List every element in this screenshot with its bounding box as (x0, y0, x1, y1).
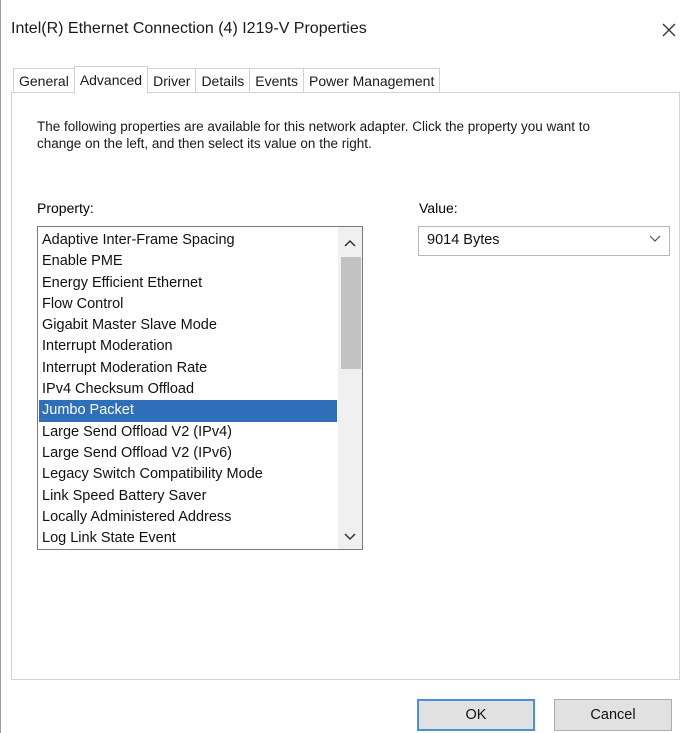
tab-power-management[interactable]: Power Management (303, 68, 441, 93)
scroll-up-button[interactable] (338, 231, 362, 255)
property-list-item[interactable]: Jumbo Packet (39, 400, 337, 422)
tab-events[interactable]: Events (249, 68, 305, 93)
title-bar: Intel(R) Ethernet Connection (4) I219-V … (1, 0, 688, 62)
tab-advanced[interactable]: Advanced (73, 66, 149, 94)
chevron-down-icon (344, 533, 356, 541)
property-label: Property: (37, 200, 94, 216)
tab-general[interactable]: General (13, 68, 75, 93)
property-list-item[interactable]: Legacy Switch Compatibility Mode (39, 464, 337, 485)
property-list-item[interactable]: Locally Administered Address (39, 507, 337, 528)
property-list-item[interactable]: IPv4 Checksum Offload (39, 379, 337, 400)
properties-dialog: Intel(R) Ethernet Connection (4) I219-V … (0, 0, 688, 733)
description-text: The following properties are available f… (37, 119, 591, 151)
property-list-item[interactable]: Enable PME (39, 251, 337, 272)
chevron-down-icon (649, 235, 661, 242)
ok-button[interactable]: OK (417, 699, 535, 731)
property-list-item[interactable]: Link Speed Battery Saver (39, 486, 337, 507)
property-list-item[interactable]: Interrupt Moderation (39, 336, 337, 357)
property-scrollbar[interactable] (338, 227, 362, 549)
value-dropdown[interactable]: 9014 Bytes (418, 226, 670, 256)
property-list-item[interactable]: Interrupt Moderation Rate (39, 358, 337, 379)
window-title: Intel(R) Ethernet Connection (4) I219-V … (11, 20, 367, 37)
property-list-item[interactable]: Adaptive Inter-Frame Spacing (39, 230, 337, 251)
scroll-down-button[interactable] (338, 525, 362, 549)
property-list-item[interactable]: Energy Efficient Ethernet (39, 273, 337, 294)
value-label: Value: (419, 200, 458, 216)
scroll-thumb[interactable] (341, 257, 361, 369)
tab-driver[interactable]: Driver (147, 68, 197, 93)
property-list-item[interactable]: Large Send Offload V2 (IPv6) (39, 443, 337, 464)
property-list-item[interactable]: Large Send Offload V2 (IPv4) (39, 422, 337, 443)
chevron-up-icon (344, 239, 356, 247)
value-dropdown-selected: 9014 Bytes (427, 232, 500, 248)
tab-strip: General Advanced Driver Details Events P… (13, 66, 441, 94)
cancel-button[interactable]: Cancel (554, 699, 672, 731)
property-list-item[interactable]: Flow Control (39, 294, 337, 315)
property-list: Adaptive Inter-Frame Spacing Enable PME En… (39, 230, 337, 549)
property-list-item[interactable]: Gigabit Master Slave Mode (39, 315, 337, 336)
property-list-item[interactable]: Log Link State Event (39, 528, 337, 549)
close-button[interactable] (649, 10, 688, 50)
tab-details[interactable]: Details (195, 68, 251, 93)
close-icon (662, 23, 676, 37)
property-listbox[interactable]: Adaptive Inter-Frame Spacing Enable PME En… (37, 226, 363, 550)
